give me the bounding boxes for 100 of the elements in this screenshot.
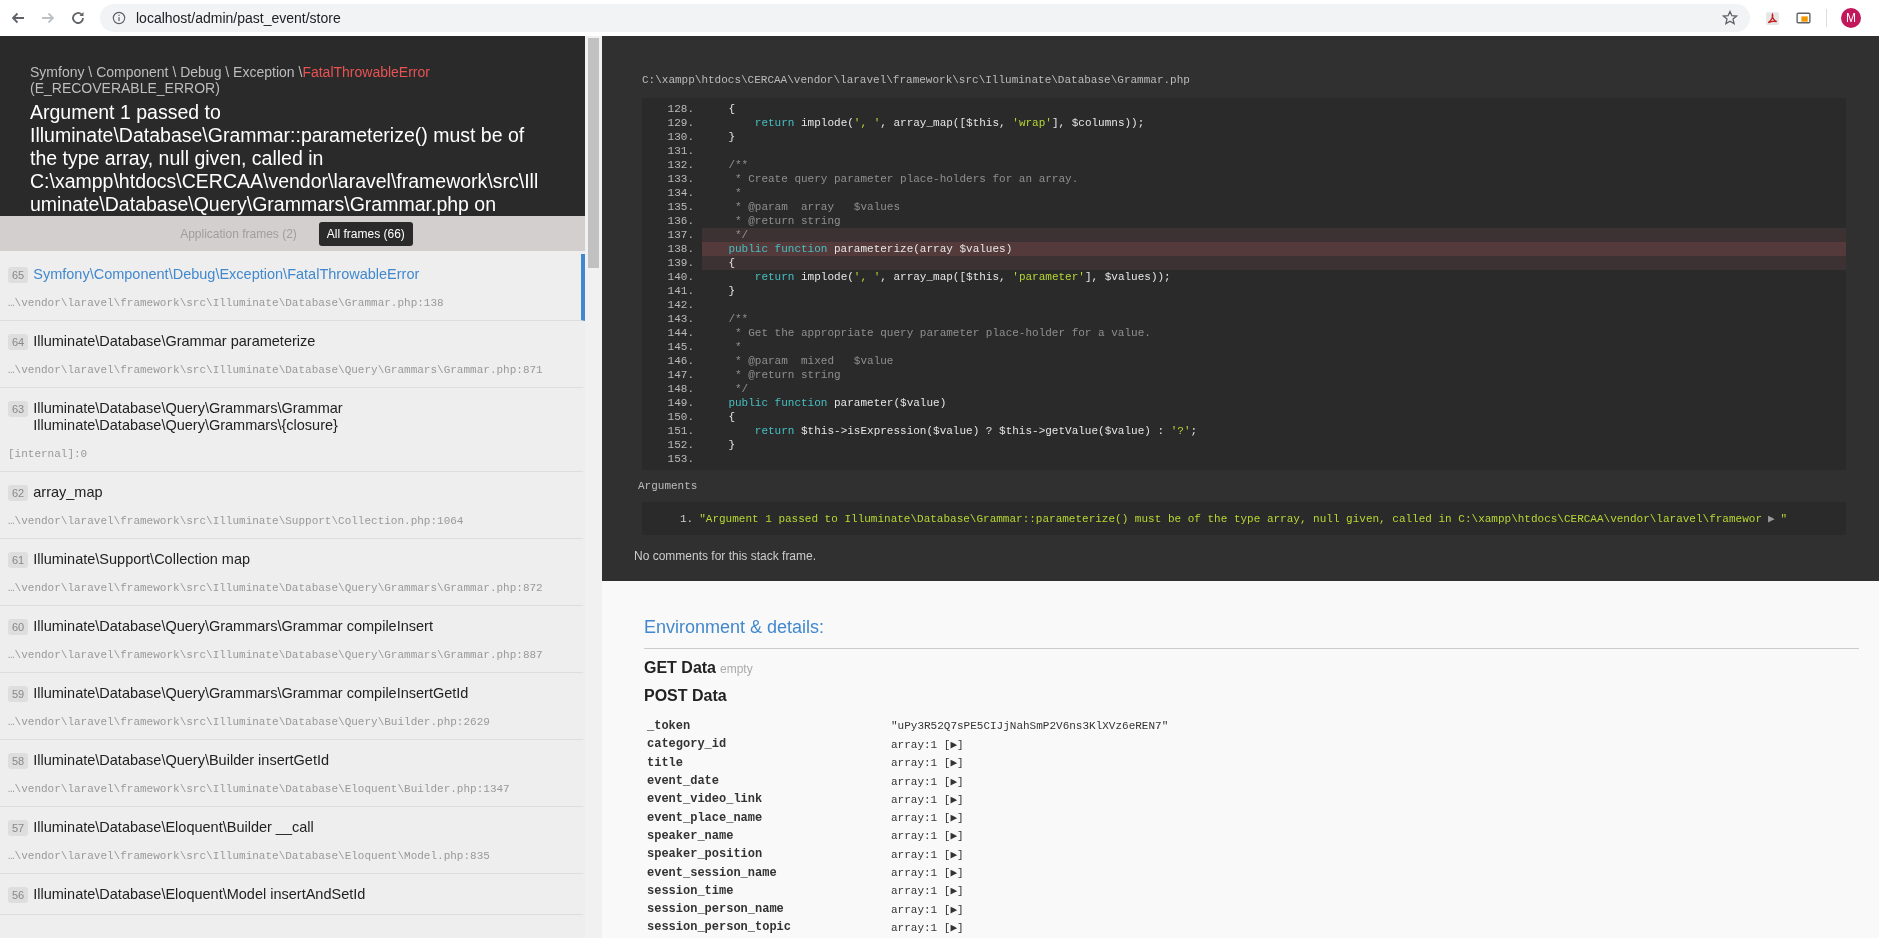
code-line: * Create query parameter place-holders for an array. <box>734 172 1079 186</box>
exception-class: FatalThrowableError <box>302 64 430 80</box>
scrollbar-thumb[interactable] <box>588 38 599 268</box>
line-number: 152. <box>666 438 694 452</box>
stack-frame[interactable]: 63 Illuminate\Database\Query\Grammars\Grammar Illuminate\Database\Query\Grammars\{closure} [internal]:0 <box>0 388 585 472</box>
line-number: 142. <box>666 298 694 312</box>
table-cell: array:1 [▶] <box>891 884 964 898</box>
code-line: * Get the appropriate query parameter place-holder for a value. <box>734 326 1151 340</box>
table-cell: array:1 [▶] <box>891 792 964 806</box>
table-cell: array:1 [▶] <box>891 774 964 788</box>
line-number: 135. <box>666 200 694 214</box>
line-number: 140. <box>666 270 694 284</box>
data-heading: GET Data <box>644 659 716 676</box>
profile-avatar[interactable]: M <box>1841 8 1861 28</box>
frame-number: 63 <box>8 401 29 417</box>
frame-number: 59 <box>8 686 29 702</box>
stack-frame[interactable]: 59 Illuminate\Database\Query\Grammars\Grammar compileInsertGetId …\vendor\laravel\framework\src\Illuminate\Database\Query\Builder.php:2629 <box>0 673 585 740</box>
line-number: 145. <box>666 340 694 354</box>
table-cell-text: event_video_link <box>646 792 764 807</box>
stack-frame[interactable]: 60 Illuminate\Database\Query\Grammars\Grammar compileInsert …\vendor\laravel\framework\src\Illuminate\Database\Query\Grammars\Grammar.php:887 <box>0 606 585 673</box>
table-cell: array:1 [▶] <box>891 756 964 770</box>
table-cell: array:1 [▶] <box>891 811 964 825</box>
line-number: 129. <box>666 116 694 130</box>
stack-frame[interactable]: 57 Illuminate\Database\Eloquent\Builder __call …\vendor\laravel\framework\src\Illuminate\Database\Eloquent\Model.php:835 <box>0 807 585 874</box>
table-cell: array:1 [▶] <box>891 829 964 843</box>
frame-title: Illuminate\Database\Eloquent\Builder __call <box>33 819 314 836</box>
section-heading: Environment & details: <box>644 617 1859 649</box>
frame-number: 56 <box>8 887 29 903</box>
frame-number: 61 <box>8 552 29 568</box>
table-cell-text: speaker_position <box>646 847 764 862</box>
line-number: 153. <box>666 452 694 466</box>
line-number: 133. <box>666 172 694 186</box>
line-number: 131. <box>666 144 694 158</box>
data-heading: POST Data <box>644 687 727 704</box>
frame-title: Illuminate\Database\Eloquent\Model insertAndSetId <box>33 886 366 903</box>
code-line: } <box>727 284 735 298</box>
frame-file: …\vendor\laravel\framework\src\Illuminate\Database\Query\Grammars\Grammar.php:887 <box>8 649 544 661</box>
frame-title: Illuminate\Support\Collection map <box>33 551 251 568</box>
argument-value: "Argument 1 passed to Illuminate\Database\Grammar::parameterize() must be of the type array, null given, called in C:\xampp\htdocs\CERCAA\vendor\laravel\framewor <box>699 512 1762 525</box>
pdf-icon[interactable] <box>1764 9 1781 27</box>
empty-note: empty <box>720 662 753 676</box>
frame-file: …\vendor\laravel\framework\src\Illuminate\Database\Eloquent\Model.php:835 <box>8 850 491 862</box>
line-number: 134. <box>666 186 694 200</box>
code-line: return implode(', ', array_map([$this, 'wrap'], $columns)); <box>753 116 1145 130</box>
file-path: C:\xampp\htdocs\CERCAA\vendor\laravel\framework\src\Illuminate\Database\Grammar.php <box>642 74 1191 86</box>
stack-frame[interactable]: 62 array_map …\vendor\laravel\framework\src\Illuminate\Support\Collection.php:1064 <box>0 472 585 539</box>
reload-icon[interactable] <box>70 10 86 26</box>
frame-title: Illuminate\Database\Grammar parameterize <box>33 333 316 350</box>
line-number: 128. <box>666 102 694 116</box>
line-number: 130. <box>666 130 694 144</box>
back-icon[interactable] <box>10 10 26 26</box>
code-line: * @param array $values <box>734 200 901 214</box>
exception-namespace: Symfony \ Component \ Debug \ Exception \ <box>30 64 303 80</box>
frame-file: …\vendor\laravel\framework\src\Illuminate\Database\Query\Builder.php:2629 <box>8 716 491 728</box>
scrollbar[interactable] <box>585 36 602 938</box>
frame-file: …\vendor\laravel\framework\src\Illuminate\Database\Grammar.php:138 <box>8 297 445 309</box>
line-number: 146. <box>666 354 694 368</box>
frame-title: Illuminate\Database\Query\Grammars\Grammar Illuminate\Database\Query\Grammars\{closure} <box>33 400 344 434</box>
argument-number: 1. <box>680 512 694 525</box>
table-cell-text: session_time <box>646 883 735 898</box>
code-line: * @return string <box>734 214 841 228</box>
table-cell: array:1 [▶] <box>891 737 964 751</box>
code-line: * @param mixed $value <box>734 354 894 368</box>
stack-frame[interactable]: 58 Illuminate\Database\Query\Builder insertGetId …\vendor\laravel\framework\src\Illuminate\Database\Eloquent\Builder.php:1347 <box>0 740 585 807</box>
expand-toggle[interactable]: ▶ <box>1768 512 1775 525</box>
frame-number: 57 <box>8 820 29 836</box>
stack-frame[interactable]: 64 Illuminate\Database\Grammar parameterize …\vendor\laravel\framework\src\Illuminate\Database\Query\Grammars\Grammar.php:871 <box>0 321 585 388</box>
stack-frame[interactable]: 61 Illuminate\Support\Collection map …\vendor\laravel\framework\src\Illuminate\Database\Query\Grammars\Grammar.php:872 <box>0 539 585 606</box>
frame-title: Illuminate\Database\Query\Grammars\Grammar compileInsert <box>33 618 433 635</box>
code-line: /** <box>727 158 749 172</box>
line-number: 141. <box>666 284 694 298</box>
table-cell: array:1 [▶] <box>891 866 964 879</box>
frame-file: …\vendor\laravel\framework\src\Illuminate\Database\Query\Grammars\Grammar.php:872 <box>8 582 544 594</box>
info-icon[interactable] <box>112 11 126 25</box>
arguments-label: Arguments <box>638 480 699 492</box>
closing-quote: " <box>1780 512 1788 525</box>
code-line: public function parameterize(array $values) <box>727 242 1013 256</box>
line-number: 150. <box>666 410 694 424</box>
code-line: { <box>727 256 735 270</box>
table-cell-text: speaker_name <box>646 828 735 843</box>
address-bar[interactable]: localhost/admin/past_event/store <box>100 4 1750 32</box>
stack-frame[interactable]: 56 Illuminate\Database\Eloquent\Model insertAndSetId <box>0 874 585 915</box>
code-line: public function parameter($value) <box>727 396 947 410</box>
frame-filter-tab[interactable]: All frames (66) <box>318 221 413 246</box>
table-cell-text: _token <box>646 719 692 734</box>
frame-file: …\vendor\laravel\framework\src\Illuminate\Database\Eloquent\Builder.php:1347 <box>8 783 511 795</box>
code-line: return $this->isExpression($value) ? $this->getValue($value) : '?'; <box>753 424 1198 438</box>
code-line: */ <box>734 382 749 396</box>
line-number: 137. <box>666 228 694 242</box>
line-number: 143. <box>666 312 694 326</box>
table-cell-text: event_place_name <box>646 810 764 825</box>
code-line: { <box>727 102 735 116</box>
frame-number: 62 <box>8 485 29 501</box>
line-number: 144. <box>666 326 694 340</box>
star-icon[interactable] <box>1722 10 1738 26</box>
table-cell-text: session_person_topic <box>646 920 793 935</box>
code-line: } <box>727 438 735 452</box>
exception-message: Argument 1 passed to Illuminate\Database\Grammar::parameterize() must be of the type array, null given, called in C:\xampp\htdocs\CERCAA\vendor\laravel\framework\src\Illuminate\Database\Query\Grammars\Grammar.php on <box>30 101 540 216</box>
frame-number: 65 <box>8 267 29 283</box>
table-cell-text: category_id <box>646 737 728 752</box>
